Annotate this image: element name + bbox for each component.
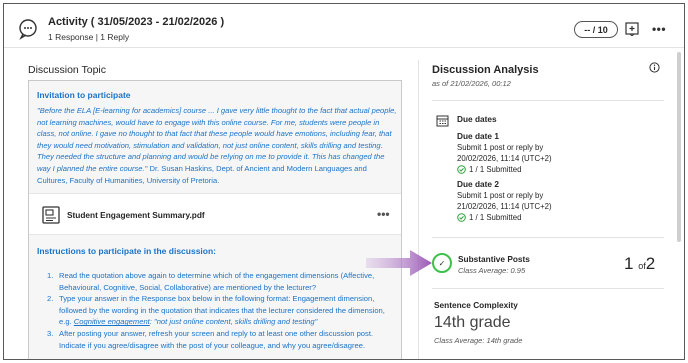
topic-content: Invitation to participate "Before the EL… xyxy=(28,80,402,359)
activity-header: Activity ( 31/05/2023 - 21/02/2026 ) 1 R… xyxy=(4,4,684,48)
calendar-icon xyxy=(436,115,449,127)
submitted-status: 1 / 1 Submitted xyxy=(457,212,552,223)
document-icon xyxy=(42,206,60,224)
check-circle-icon xyxy=(457,213,466,222)
file-name: Student Engagement Summary.pdf xyxy=(67,210,205,220)
divider xyxy=(432,288,664,289)
submitted-status: 1 / 1 Submitted xyxy=(457,164,552,175)
activity-title: Activity ( 31/05/2023 - 21/02/2026 ) xyxy=(48,16,225,28)
due-dates-heading: Due dates xyxy=(457,114,497,124)
grade-input[interactable]: -- / 10 xyxy=(574,21,618,38)
highlight-arrow-icon xyxy=(366,250,432,276)
substantive-class-average: Class Average: 0.95 xyxy=(458,266,526,275)
substantive-score: 1 of2 xyxy=(624,254,656,273)
panel-divider xyxy=(418,60,419,359)
more-options-icon: ••• xyxy=(651,22,667,36)
due-date-item: Due date 1 Submit 1 post or reply by 20/… xyxy=(457,131,552,175)
instructions-list: 1. Read the quotation above again to dete… xyxy=(47,270,399,351)
add-grade-button[interactable] xyxy=(623,20,641,38)
sentence-complexity-value: 14th grade xyxy=(434,314,511,331)
invitation-title: Invitation to participate xyxy=(37,90,131,100)
check-circle-icon xyxy=(457,165,466,174)
info-icon[interactable] xyxy=(649,62,660,73)
discussion-bubble-icon xyxy=(19,19,37,40)
analysis-timestamp: as of 21/02/2026, 00:12 xyxy=(432,79,511,88)
substantive-heading: Substantive Posts xyxy=(458,254,530,264)
instruction-item: 2. Type your answer in the Response box b… xyxy=(47,294,385,327)
topic-heading: Discussion Topic xyxy=(28,64,107,76)
example-term: Cognitive engagement xyxy=(73,317,150,327)
activity-response-count: 1 Response | 1 Reply xyxy=(48,32,130,42)
substantive-check-icon: ✓ xyxy=(432,253,452,273)
add-grade-icon xyxy=(625,22,639,36)
sentence-complexity-class-average: Class Average: 14th grade xyxy=(434,336,523,345)
divider xyxy=(432,237,664,238)
instruction-item: 3. After posting your answer, refresh you… xyxy=(47,328,374,350)
analysis-title: Discussion Analysis xyxy=(432,64,539,76)
more-options-button[interactable]: ••• xyxy=(650,20,668,38)
activity-window: Activity ( 31/05/2023 - 21/02/2026 ) 1 R… xyxy=(3,3,685,360)
due-date-item: Due date 2 Submit 1 post or reply by 21/… xyxy=(457,179,552,223)
scrollbar[interactable] xyxy=(677,52,681,242)
divider xyxy=(432,100,664,101)
quotation: "Before the ELA [E-learning for academic… xyxy=(37,105,397,186)
instruction-item: 1. Read the quotation above again to dete… xyxy=(47,271,375,292)
file-more-button[interactable]: ••• xyxy=(377,207,390,221)
sentence-complexity-heading: Sentence Complexity xyxy=(434,300,518,310)
quotation-text: "Before the ELA [E-learning for academic… xyxy=(37,106,397,173)
instructions-title: Instructions to participate in the discu… xyxy=(37,246,216,256)
file-attachment[interactable]: Student Engagement Summary.pdf ••• xyxy=(29,193,401,235)
